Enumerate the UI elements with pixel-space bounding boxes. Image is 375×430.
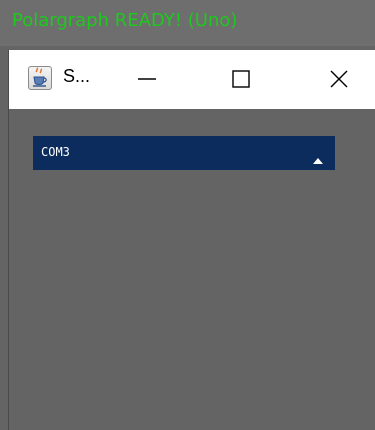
serial-port-window: S... COM3: [8, 50, 375, 430]
close-icon: [330, 70, 348, 88]
caret-up-icon[interactable]: [313, 149, 323, 168]
minimize-icon: [138, 78, 156, 80]
minimize-button[interactable]: [123, 50, 171, 109]
selected-port-label: COM3: [41, 145, 70, 159]
java-cup-icon[interactable]: [28, 66, 52, 90]
background-app-banner: Polargraph READY! (Uno): [0, 0, 375, 46]
serial-port-dropdown[interactable]: COM3: [33, 136, 335, 170]
maximize-icon: [232, 70, 250, 88]
window-titlebar[interactable]: S...: [9, 50, 375, 109]
window-title: S...: [63, 66, 91, 86]
maximize-button[interactable]: [217, 50, 265, 109]
background-status-text: Polargraph READY! (Uno): [12, 10, 238, 31]
close-button[interactable]: [315, 50, 363, 109]
